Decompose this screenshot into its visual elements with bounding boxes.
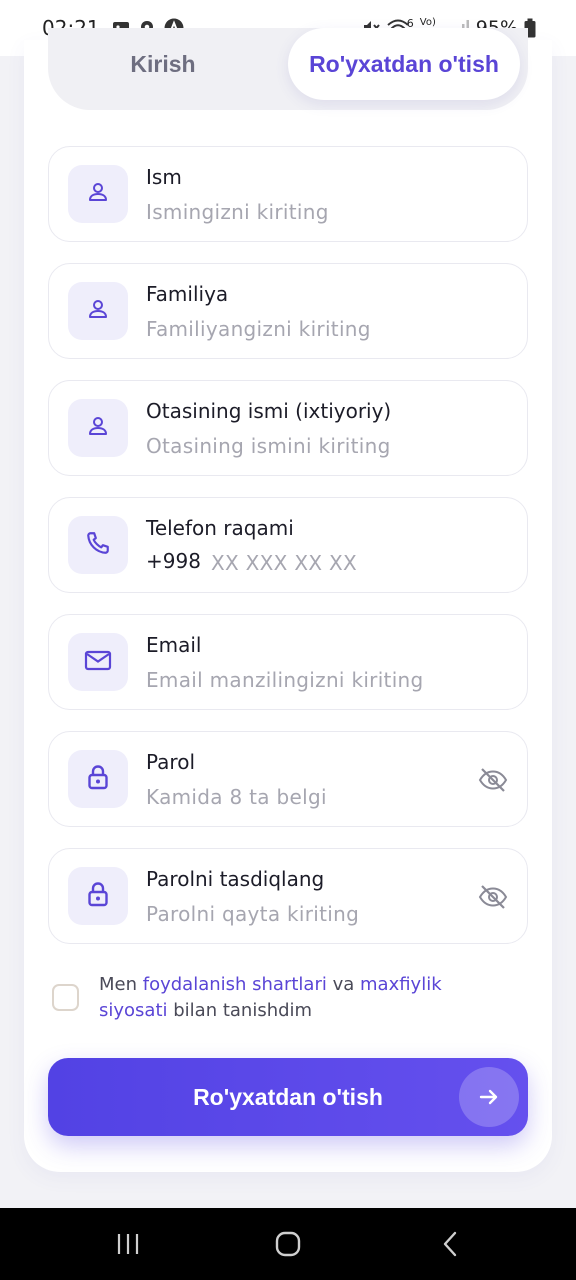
tab-login[interactable]: Kirish: [48, 28, 278, 100]
lock-icon: [86, 763, 110, 795]
home-icon[interactable]: [268, 1226, 308, 1262]
terms-checkbox[interactable]: [52, 984, 79, 1011]
back-icon[interactable]: [430, 1226, 470, 1262]
password-confirm-input[interactable]: [146, 899, 466, 929]
terms-text-after: bilan tanishdim: [167, 1000, 313, 1021]
password-field[interactable]: Parol: [48, 731, 528, 827]
middle-name-input[interactable]: [146, 431, 486, 461]
first-name-input[interactable]: [146, 197, 466, 227]
person-icon: [86, 180, 110, 208]
tab-register[interactable]: Ro'yxatdan o'tish: [288, 28, 520, 100]
eye-off-icon[interactable]: [477, 881, 509, 913]
phone-label: Telefon raqami: [146, 516, 294, 540]
password-confirm-field[interactable]: Parolni tasdiqlang: [48, 848, 528, 944]
system-nav-bar: [0, 1208, 576, 1280]
phone-field[interactable]: Telefon raqami +998: [48, 497, 528, 593]
password-confirm-label: Parolni tasdiqlang: [146, 867, 325, 891]
eye-off-icon[interactable]: [477, 764, 509, 796]
phone-input[interactable]: [211, 548, 431, 578]
first-name-icon-box: [68, 165, 128, 223]
middle-name-icon-box: [68, 399, 128, 457]
terms-text: Men foydalanish shartlari va maxfiylik s…: [99, 972, 499, 1024]
terms-of-use-link[interactable]: foydalanish shartlari: [143, 974, 327, 995]
last-name-label: Familiya: [146, 282, 229, 306]
password-icon-box: [68, 750, 128, 808]
password-confirm-icon-box: [68, 867, 128, 925]
email-field[interactable]: Email: [48, 614, 528, 710]
email-input[interactable]: [146, 665, 486, 695]
last-name-input[interactable]: [146, 314, 466, 344]
middle-name-label: Otasining ismi (ixtiyoriy): [146, 399, 392, 423]
arrow-right-icon: [459, 1067, 519, 1127]
last-name-field[interactable]: Familiya: [48, 263, 528, 359]
person-icon: [86, 297, 110, 325]
register-submit-label: Ro'yxatdan o'tish: [193, 1083, 383, 1110]
terms-text-middle: va: [326, 974, 360, 995]
last-name-icon-box: [68, 282, 128, 340]
phone-icon-box: [68, 516, 128, 574]
email-icon-box: [68, 633, 128, 691]
person-icon: [86, 414, 110, 442]
phone-icon: [85, 530, 111, 560]
middle-name-field[interactable]: Otasining ismi (ixtiyoriy): [48, 380, 528, 476]
lock-icon: [86, 880, 110, 912]
mail-icon: [84, 648, 112, 676]
phone-prefix: +998: [146, 549, 201, 573]
password-input[interactable]: [146, 782, 466, 812]
terms-text-before: Men: [99, 974, 143, 995]
register-submit-button[interactable]: Ro'yxatdan o'tish: [48, 1058, 528, 1136]
password-label: Parol: [146, 750, 195, 774]
email-label: Email: [146, 633, 202, 657]
recent-apps-icon[interactable]: [108, 1226, 148, 1262]
first-name-label: Ism: [146, 165, 182, 189]
first-name-field[interactable]: Ism: [48, 146, 528, 242]
